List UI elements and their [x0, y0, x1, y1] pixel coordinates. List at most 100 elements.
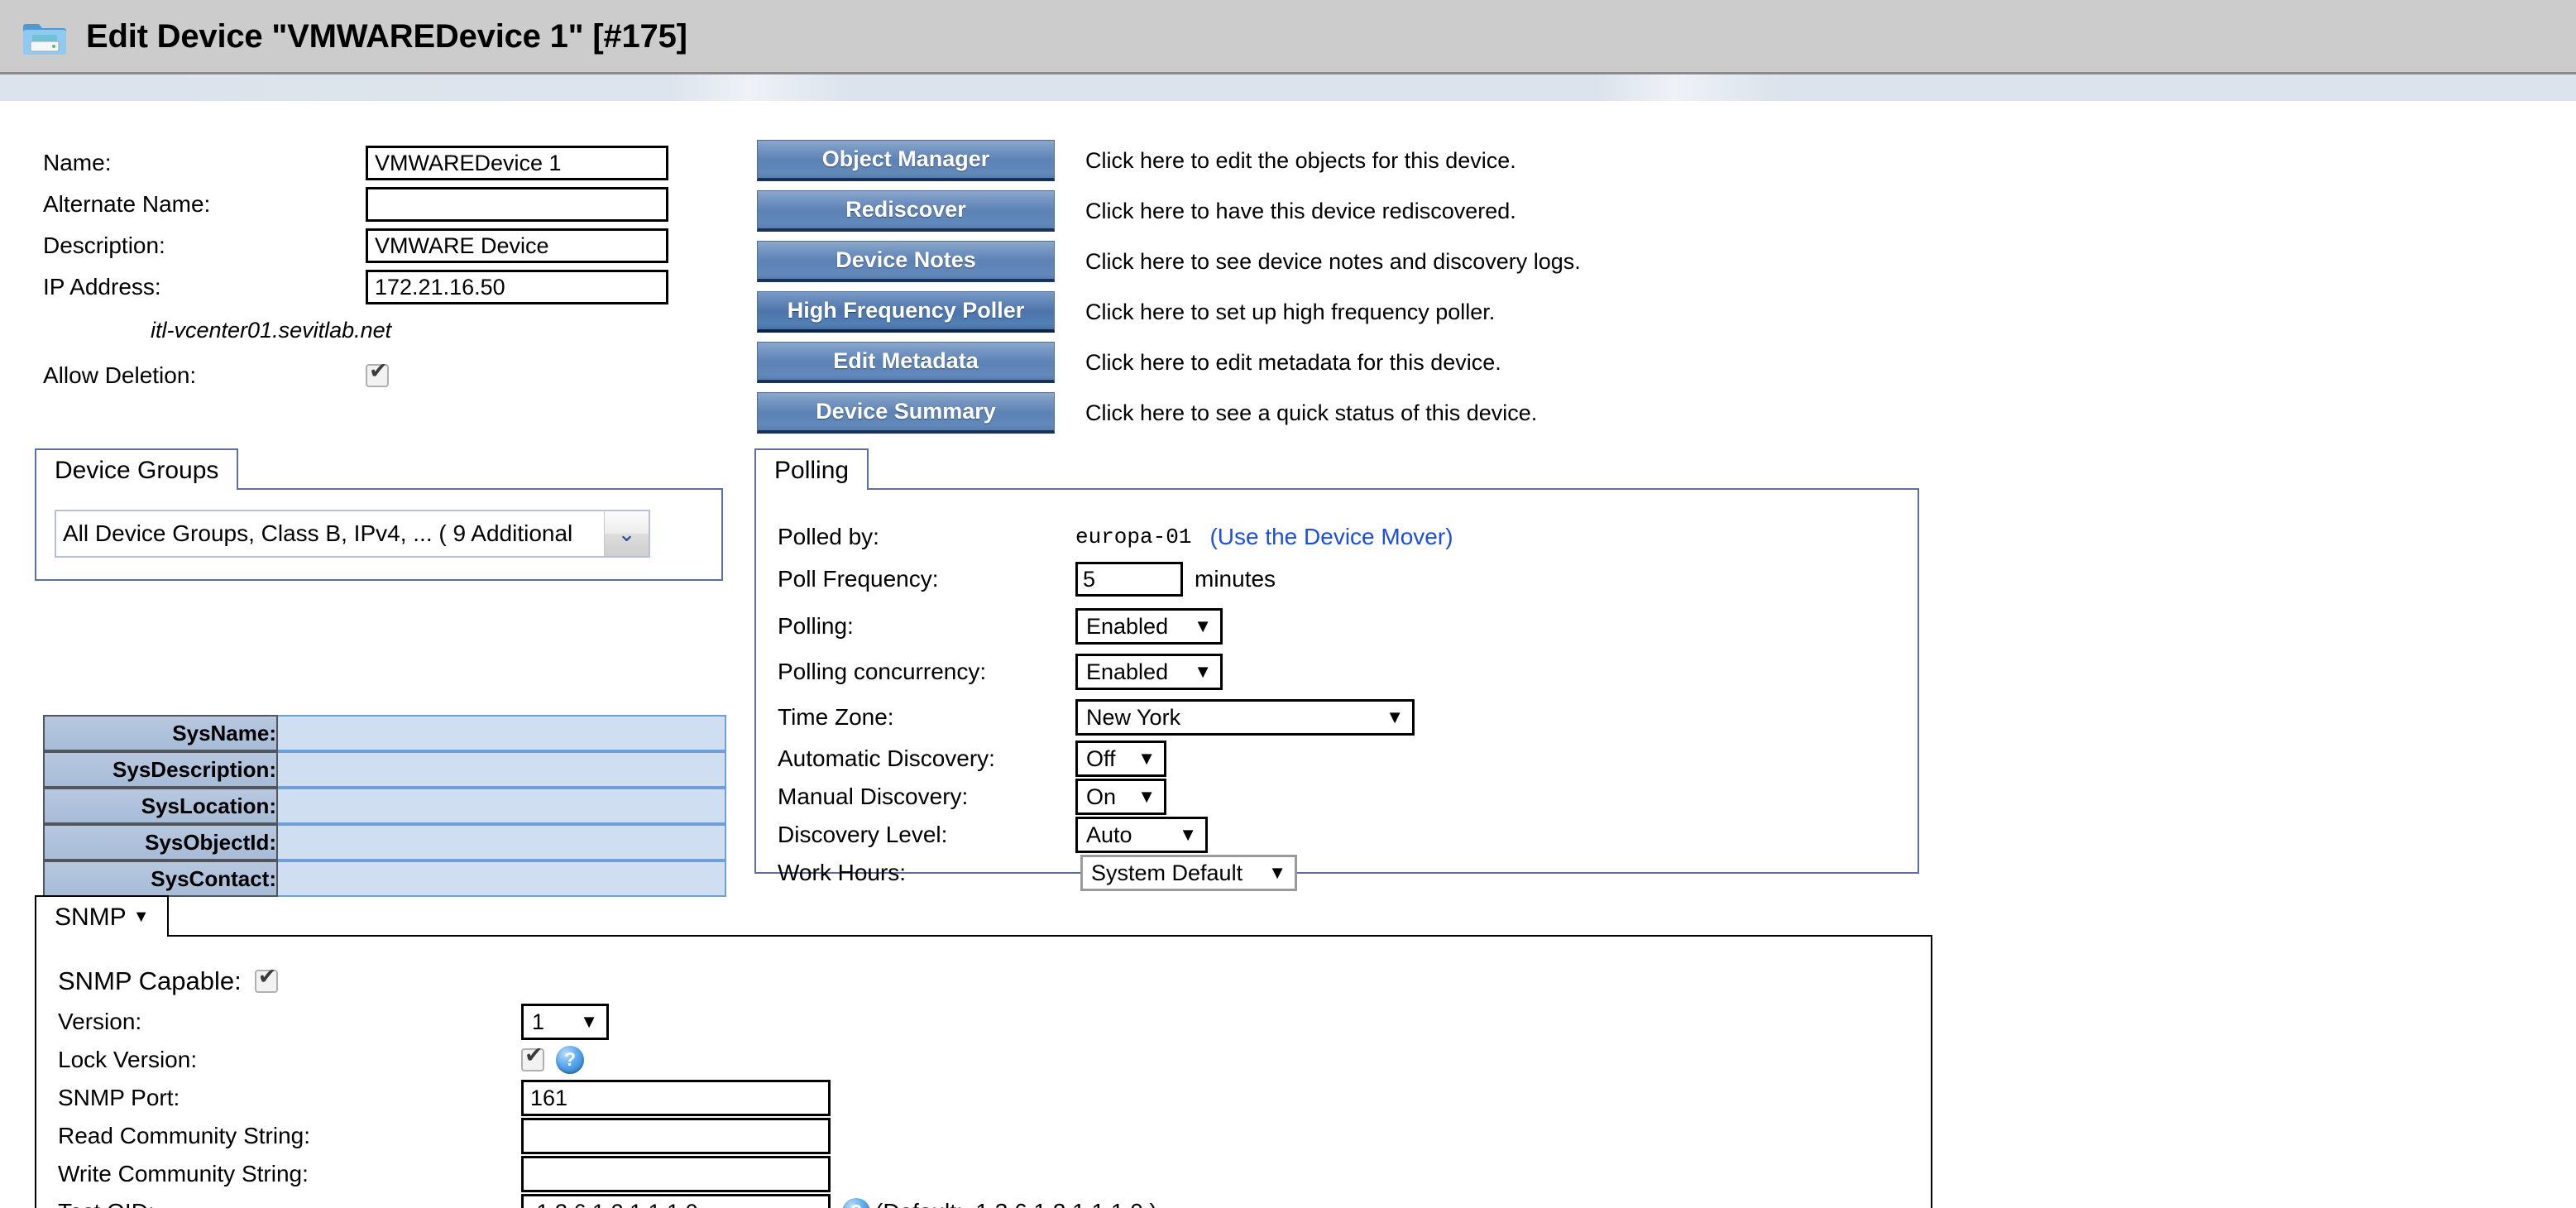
rediscover-button[interactable]: Rediscover: [757, 190, 1055, 232]
syscontact-value: [278, 860, 726, 897]
automatic-discovery-label: Automatic Discovery:: [778, 745, 995, 771]
test-oid-row: Test OID: ? (Default: .1.3.6.1.2.1.1.1.0…: [58, 1193, 1931, 1208]
device-mover-link[interactable]: (Use the Device Mover): [1209, 524, 1453, 550]
automatic-discovery-select[interactable]: Off ▼: [1075, 741, 1166, 777]
chevron-down-icon: ▼: [1268, 862, 1286, 883]
description-label: Description:: [43, 232, 165, 258]
manual-discovery-select[interactable]: On ▼: [1075, 779, 1166, 815]
discovery-level-label: Discovery Level:: [778, 822, 948, 847]
device-summary-button[interactable]: Device Summary: [757, 392, 1055, 434]
ip-address-label: IP Address:: [43, 274, 161, 300]
polling-concurrency-row: Polling concurrency: Enabled ▼: [778, 649, 1918, 694]
device-summary-description: Click here to see a quick status of this…: [1085, 400, 1538, 425]
write-community-row: Write Community String:: [58, 1155, 1931, 1193]
chevron-down-icon: ▼: [1137, 748, 1156, 769]
test-oid-input[interactable]: [521, 1194, 831, 1208]
allow-deletion-label: Allow Deletion:: [43, 362, 197, 388]
device-notes-button[interactable]: Device Notes: [757, 241, 1055, 282]
snmp-tab[interactable]: SNMP ▼: [35, 895, 170, 937]
window-titlebar: Edit Device "VMWAREDevice 1" [#175]: [0, 0, 2576, 74]
snmp-capable-checkbox[interactable]: [254, 966, 278, 993]
device-groups-selected-value: All Device Groups, Class B, IPv4, ... ( …: [63, 520, 573, 546]
write-community-input[interactable]: [521, 1156, 831, 1192]
polled-by-value: europa-01: [1075, 524, 1192, 549]
object-manager-button[interactable]: Object Manager: [757, 140, 1055, 181]
syslocation-value: [278, 788, 726, 824]
automatic-discovery-select-value: Off: [1086, 746, 1116, 771]
polling-concurrency-select[interactable]: Enabled ▼: [1075, 653, 1223, 690]
edit-metadata-description: Click here to edit metadata for this dev…: [1085, 349, 1501, 375]
rediscover-description: Click here to have this device rediscove…: [1085, 198, 1516, 223]
snmp-port-input[interactable]: [521, 1080, 831, 1116]
discovery-level-select[interactable]: Auto ▼: [1075, 817, 1208, 853]
allow-deletion-checkbox[interactable]: [366, 360, 389, 387]
sysdescription-label: SysDescription:: [43, 751, 278, 788]
work-hours-select[interactable]: System Default ▼: [1080, 855, 1297, 891]
ip-address-input[interactable]: [366, 270, 668, 304]
action-row-device-summary: Device Summary Click here to see a quick…: [757, 388, 2246, 438]
snmp-capable-row: SNMP Capable:: [58, 960, 1931, 1003]
action-row-rediscover: Rediscover Click here to have this devic…: [757, 186, 2246, 236]
snmp-panel: SNMP ▼ SNMP Capable: Version: 1 ▼: [35, 895, 1932, 1208]
chevron-down-icon: ▼: [1194, 660, 1212, 682]
poll-frequency-row: Poll Frequency: minutes: [778, 555, 1918, 603]
snmp-tab-label: SNMP: [55, 904, 127, 931]
snmp-version-label: Version:: [58, 1009, 142, 1034]
header-banner: [0, 74, 2576, 101]
action-row-object-manager: Object Manager Click here to edit the ob…: [757, 136, 2246, 185]
chevron-down-icon: ▼: [1386, 706, 1404, 727]
sys-info-table: SysName: SysDescription: SysLocation: Sy…: [43, 715, 726, 897]
snmp-version-select-value: 1: [532, 1009, 545, 1034]
discovery-level-select-value: Auto: [1086, 822, 1132, 847]
chevron-down-icon: ▼: [1194, 615, 1212, 636]
poll-frequency-unit: minutes: [1195, 566, 1276, 592]
question-mark-icon[interactable]: ?: [556, 1046, 584, 1074]
poll-frequency-input[interactable]: [1075, 562, 1183, 597]
discovery-level-row: Discovery Level: Auto ▼: [778, 816, 1918, 854]
description-input[interactable]: [366, 228, 668, 263]
question-mark-icon[interactable]: ?: [842, 1198, 870, 1208]
time-zone-select[interactable]: New York ▼: [1075, 698, 1415, 736]
chevron-down-icon: ▼: [580, 1011, 598, 1032]
manual-discovery-select-value: On: [1086, 784, 1117, 809]
edit-device-page: Edit Device "VMWAREDevice 1" [#175] Name…: [0, 0, 2576, 1208]
field-row-allow-deletion: Allow Deletion:: [43, 355, 721, 396]
name-input[interactable]: [366, 146, 668, 180]
work-hours-label: Work Hours:: [778, 860, 907, 885]
read-community-input[interactable]: [521, 1118, 831, 1154]
polling-select[interactable]: Enabled ▼: [1075, 607, 1223, 645]
snmp-version-row: Version: 1 ▼: [58, 1003, 1931, 1041]
sysdescription-value: [278, 751, 726, 788]
device-folder-icon: [22, 13, 68, 60]
polling-body: Polled by: europa-01 (Use the Device Mov…: [754, 488, 1919, 891]
table-row: SysLocation:: [43, 788, 726, 824]
lock-version-checkbox[interactable]: [521, 1044, 544, 1071]
work-hours-select-value: System Default: [1091, 860, 1243, 885]
time-zone-label: Time Zone:: [778, 703, 894, 730]
name-label: Name:: [43, 150, 112, 175]
read-community-label: Read Community String:: [58, 1123, 311, 1148]
high-frequency-poller-button[interactable]: High Frequency Poller: [757, 291, 1055, 333]
alternate-name-input[interactable]: [366, 187, 668, 222]
device-groups-tab[interactable]: Device Groups: [35, 448, 239, 490]
edit-metadata-button[interactable]: Edit Metadata: [757, 342, 1055, 383]
device-groups-select[interactable]: All Device Groups, Class B, IPv4, ... ( …: [55, 510, 650, 558]
device-fields-block: Name: Alternate Name: Description: IP Ad…: [43, 142, 721, 396]
snmp-version-select[interactable]: 1 ▼: [521, 1004, 609, 1040]
polling-tab[interactable]: Polling: [754, 448, 869, 490]
device-groups-panel: Device Groups All Device Groups, Class B…: [35, 448, 723, 581]
snmp-capable-label: SNMP Capable:: [58, 966, 242, 995]
poll-frequency-label: Poll Frequency:: [778, 566, 939, 592]
polled-by-label: Polled by:: [778, 523, 879, 549]
table-row: SysName:: [43, 715, 726, 751]
automatic-discovery-row: Automatic Discovery: Off ▼: [778, 740, 1918, 778]
polling-row: Polling: Enabled ▼: [778, 603, 1918, 649]
field-row-alternate-name: Alternate Name:: [43, 184, 721, 225]
polling-concurrency-label: Polling concurrency:: [778, 658, 987, 684]
chevron-down-icon: ▼: [1137, 786, 1156, 807]
high-frequency-poller-description: Click here to set up high frequency poll…: [1085, 299, 1496, 324]
test-oid-default-note: (Default: .1.3.6.1.2.1.1.1.0 ): [875, 1199, 1157, 1208]
snmp-port-label: SNMP Port:: [58, 1085, 180, 1110]
time-zone-select-value: New York: [1086, 704, 1181, 730]
page-title: Edit Device "VMWAREDevice 1" [#175]: [86, 17, 687, 55]
